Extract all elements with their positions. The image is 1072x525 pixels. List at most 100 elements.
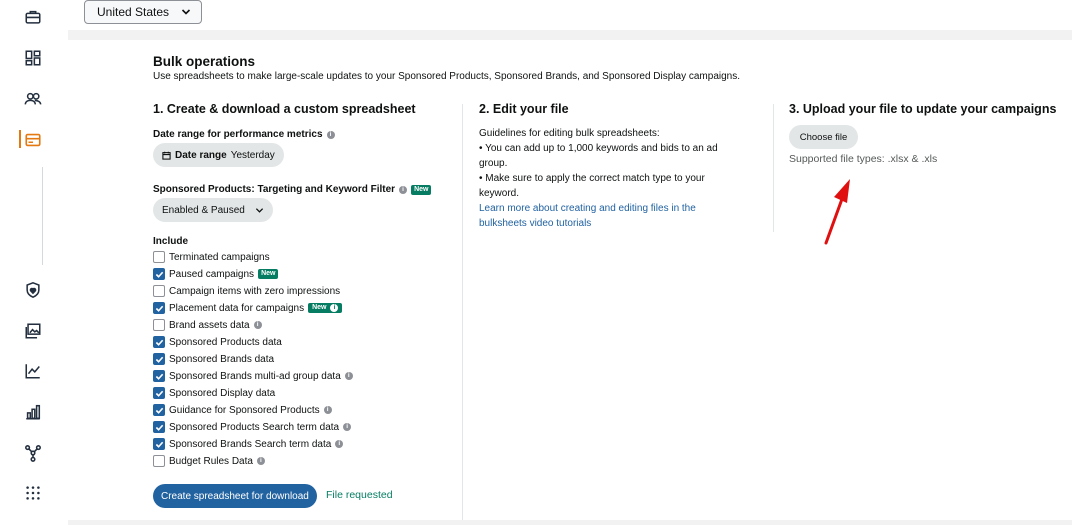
left-nav-sidebar bbox=[0, 0, 68, 525]
checkbox-label: Placement data for campaigns bbox=[169, 302, 305, 314]
checkbox[interactable] bbox=[153, 336, 165, 348]
checkbox-sb-data[interactable]: Sponsored Brands data bbox=[153, 352, 274, 366]
network-icon[interactable] bbox=[23, 443, 43, 463]
info-icon[interactable]: i bbox=[256, 457, 265, 465]
country-dropdown[interactable]: United States bbox=[84, 0, 202, 24]
checkbox[interactable] bbox=[153, 268, 165, 280]
checkbox-placement-data[interactable]: Placement data for campaigns New i bbox=[153, 301, 343, 315]
red-arrow-icon bbox=[824, 179, 850, 245]
info-icon[interactable]: i bbox=[399, 185, 408, 194]
checkbox[interactable] bbox=[153, 387, 165, 399]
active-nav-indicator bbox=[19, 130, 21, 148]
checkbox-label: Sponsored Brands Search term data bbox=[169, 438, 332, 450]
guideline-match-type: • Make sure to apply the correct match t… bbox=[479, 173, 705, 199]
chevron-down-icon bbox=[181, 9, 191, 15]
column-divider bbox=[773, 104, 774, 232]
checkbox-terminated-campaigns[interactable]: Terminated campaigns bbox=[153, 250, 270, 264]
checkbox-label: Brand assets data bbox=[169, 319, 250, 331]
checkmark-icon bbox=[155, 424, 163, 431]
checkbox-sp-search-term[interactable]: Sponsored Products Search term data i bbox=[153, 420, 352, 434]
bulk-operations-panel: Bulk operations Use spreadsheets to make… bbox=[68, 40, 1072, 520]
checkbox[interactable] bbox=[153, 455, 165, 467]
checkbox-label: Guidance for Sponsored Products bbox=[169, 404, 320, 416]
checkbox-label: Sponsored Products data bbox=[169, 336, 282, 348]
checkmark-icon bbox=[155, 390, 163, 397]
checkmark-icon bbox=[155, 407, 163, 414]
checkbox[interactable] bbox=[153, 251, 165, 263]
date-range-button[interactable]: Date range Yesterday bbox=[153, 143, 284, 167]
page-title: Bulk operations bbox=[153, 54, 256, 69]
bar-chart-icon[interactable] bbox=[23, 402, 43, 422]
checkbox-brand-assets[interactable]: Brand assets data i bbox=[153, 318, 262, 332]
checkbox-label: Sponsored Brands data bbox=[169, 353, 275, 365]
targeting-filter-value: Enabled & Paused bbox=[162, 204, 245, 216]
nav-divider bbox=[42, 167, 43, 265]
checkbox-zero-impressions[interactable]: Campaign items with zero impressions bbox=[153, 284, 340, 298]
shield-heart-icon[interactable] bbox=[23, 280, 43, 300]
chevron-down-icon bbox=[255, 207, 263, 213]
checkbox[interactable] bbox=[153, 353, 165, 365]
checkbox-label: Budget Rules Data bbox=[169, 455, 253, 467]
checkbox-sp-guidance[interactable]: Guidance for Sponsored Products i bbox=[153, 403, 332, 417]
info-icon[interactable]: i bbox=[323, 406, 332, 414]
date-range-label-text: Date range for performance metrics bbox=[153, 129, 323, 140]
supported-file-types: Supported file types: .xlsx & .xls bbox=[789, 153, 938, 165]
checkbox-sb-multi-ad-group[interactable]: Sponsored Brands multi-ad group data i bbox=[153, 369, 353, 383]
checkbox-label: Campaign items with zero impressions bbox=[169, 285, 341, 297]
info-icon[interactable]: i bbox=[335, 440, 344, 448]
checkbox-budget-rules[interactable]: Budget Rules Data i bbox=[153, 454, 265, 468]
targeting-filter-label: Sponsored Products: Targeting and Keywor… bbox=[153, 184, 432, 195]
checkbox-sp-data[interactable]: Sponsored Products data bbox=[153, 335, 282, 349]
checkbox-label: Sponsored Brands multi-ad group data bbox=[169, 370, 341, 382]
create-spreadsheet-button[interactable]: Create spreadsheet for download bbox=[153, 484, 317, 508]
people-icon[interactable] bbox=[23, 89, 43, 109]
new-badge: New bbox=[258, 269, 279, 279]
checkbox[interactable] bbox=[153, 421, 165, 433]
targeting-filter-dropdown[interactable]: Enabled & Paused bbox=[153, 198, 273, 222]
checkbox[interactable] bbox=[153, 438, 165, 450]
create-spreadsheet-heading: 1. Create & download a custom spreadshee… bbox=[153, 102, 416, 116]
line-chart-icon[interactable] bbox=[23, 361, 43, 381]
guideline-keyword-limit: • You can add up to 1,000 keywords and b… bbox=[479, 143, 718, 169]
date-range-pill-value: Yesterday bbox=[230, 149, 275, 161]
file-requested-status: File requested bbox=[326, 489, 393, 501]
editing-guidelines: Guidelines for editing bulk spreadsheets… bbox=[479, 126, 741, 231]
page-subtitle: Use spreadsheets to make large-scale upd… bbox=[153, 71, 741, 82]
checkbox[interactable] bbox=[153, 370, 165, 382]
bulksheets-tutorial-link[interactable]: Learn more about creating and editing fi… bbox=[479, 201, 741, 231]
info-icon[interactable]: i bbox=[326, 130, 335, 139]
checkbox-sb-search-term[interactable]: Sponsored Brands Search term data i bbox=[153, 437, 344, 451]
checkmark-icon bbox=[155, 271, 163, 278]
checkbox-label: Terminated campaigns bbox=[169, 251, 270, 263]
checkbox[interactable] bbox=[153, 319, 165, 331]
checkbox-paused-campaigns[interactable]: Paused campaigns New bbox=[153, 267, 279, 281]
checkmark-icon bbox=[155, 373, 163, 380]
briefcase-icon[interactable] bbox=[23, 7, 43, 27]
checkbox-label: Paused campaigns bbox=[169, 268, 255, 280]
checkbox[interactable] bbox=[153, 302, 165, 314]
calendar-icon bbox=[162, 151, 171, 160]
grid-dots-icon[interactable] bbox=[23, 483, 43, 503]
column-divider bbox=[462, 104, 463, 520]
info-icon[interactable]: i bbox=[343, 423, 352, 431]
checkmark-icon bbox=[155, 356, 163, 363]
card-icon[interactable] bbox=[23, 130, 43, 150]
info-icon[interactable]: i bbox=[344, 372, 353, 380]
new-badge: New i bbox=[308, 303, 343, 313]
choose-file-button[interactable]: Choose file bbox=[789, 125, 858, 149]
date-range-pill-label: Date range bbox=[175, 149, 227, 161]
edit-file-heading: 2. Edit your file bbox=[479, 102, 569, 116]
checkmark-icon bbox=[155, 441, 163, 448]
checkmark-icon bbox=[155, 339, 163, 346]
image-gallery-icon[interactable] bbox=[23, 321, 43, 341]
dashboard-icon[interactable] bbox=[23, 48, 43, 68]
checkbox-sd-data[interactable]: Sponsored Display data bbox=[153, 386, 275, 400]
checkbox[interactable] bbox=[153, 404, 165, 416]
new-badge-text: New bbox=[312, 304, 327, 311]
checkbox-label: Sponsored Products Search term data bbox=[169, 421, 340, 433]
info-icon[interactable]: i bbox=[330, 304, 339, 312]
top-bar: United States bbox=[68, 0, 1072, 30]
checkmark-icon bbox=[155, 305, 163, 312]
checkbox[interactable] bbox=[153, 285, 165, 297]
info-icon[interactable]: i bbox=[253, 321, 262, 329]
